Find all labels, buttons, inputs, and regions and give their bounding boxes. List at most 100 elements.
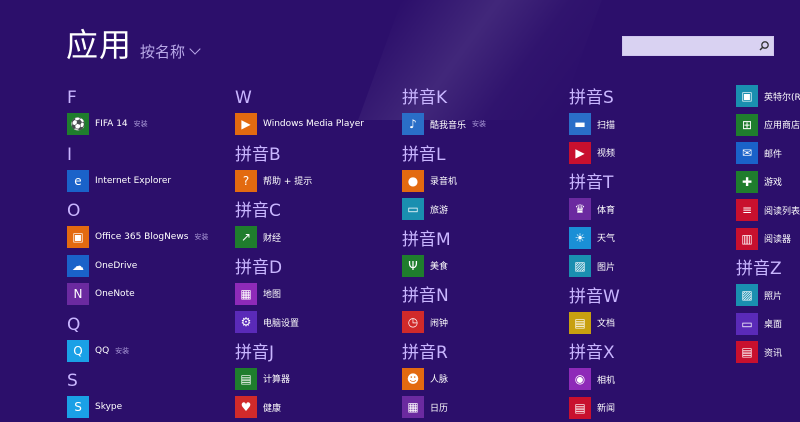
app-item[interactable]: ▦日历 <box>402 393 562 422</box>
group-header[interactable]: 拼音B <box>235 139 395 167</box>
app-column: 拼音S▬扫描▶视频拼音T♛体育 ☀ 天气 ▨图片拼音W▤文档拼音X◉相机▤新闻 <box>569 82 729 422</box>
app-item[interactable]: SSkype <box>67 393 227 422</box>
soccer-icon: ⚽ <box>67 113 89 135</box>
group-header[interactable]: S <box>67 365 227 393</box>
app-item[interactable]: ▦地图 <box>235 280 395 309</box>
app-item[interactable]: ☁OneDrive <box>67 252 227 281</box>
group-letter: F <box>67 88 77 108</box>
group-header[interactable]: Q <box>67 309 227 337</box>
video-icon: ▶ <box>569 142 591 164</box>
app-item[interactable]: ▶视频 <box>569 139 729 168</box>
app-item[interactable]: ✉邮件 <box>736 139 800 168</box>
mail-icon: ✉ <box>736 142 758 164</box>
group-header[interactable]: 拼音R <box>402 337 562 365</box>
group-header[interactable]: F <box>67 82 227 110</box>
app-name: 计算器 <box>263 372 290 385</box>
app-item[interactable]: ↗财经 <box>235 223 395 252</box>
app-item[interactable]: QQQ安装 <box>67 337 227 366</box>
app-item[interactable]: eInternet Explorer <box>67 167 227 196</box>
group-header[interactable]: 拼音T <box>569 167 729 195</box>
app-name: OneDrive <box>95 261 137 271</box>
group-header[interactable]: 拼音S <box>569 82 729 110</box>
app-item[interactable]: ▥阅读器 <box>736 225 800 254</box>
search-input[interactable] <box>623 37 757 55</box>
app-name: FIFA 14 <box>95 119 128 129</box>
app-item[interactable]: ◷闹钟 <box>402 308 562 337</box>
app-item[interactable]: ▤资讯 <box>736 338 800 367</box>
app-item[interactable]: ⊞应用商店 <box>736 111 800 140</box>
search-box[interactable] <box>622 36 774 56</box>
app-item[interactable]: ☀ 天气 <box>569 224 729 253</box>
sort-dropdown[interactable]: 按名称 <box>140 41 199 62</box>
app-item[interactable]: ▬扫描 <box>569 110 729 139</box>
app-item[interactable]: ⚙电脑设置 <box>235 308 395 337</box>
group-header[interactable]: O <box>67 195 227 223</box>
app-column: F⚽FIFA 14安装IeInternet ExplorerO▣Office 3… <box>67 82 227 422</box>
store-icon: ⊞ <box>736 114 758 136</box>
app-item[interactable]: ●录音机 <box>402 167 562 196</box>
group-header[interactable]: 拼音N <box>402 280 562 308</box>
group-header[interactable]: 拼音M <box>402 224 562 252</box>
app-item[interactable]: Ψ美食 <box>402 252 562 281</box>
group-header[interactable]: 拼音J <box>235 337 395 365</box>
group-letter: O <box>67 201 80 221</box>
app-name: 相机 <box>597 373 615 386</box>
search-button[interactable] <box>755 37 773 55</box>
app-name: 天气 <box>597 231 615 244</box>
app-item[interactable]: ▣Office 365 BlogNews安装 <box>67 223 227 252</box>
app-name: 美食 <box>430 259 448 272</box>
group-header[interactable]: 拼音L <box>402 139 562 167</box>
group-header[interactable]: 拼音Z <box>736 253 800 281</box>
app-item[interactable]: ♥健康 <box>235 393 395 422</box>
app-item[interactable]: NOneNote <box>67 280 227 309</box>
search-icon <box>755 37 773 55</box>
group-letter: 拼音R <box>402 338 448 363</box>
app-item[interactable]: ▨照片 <box>736 281 800 310</box>
app-name: 日历 <box>430 401 448 414</box>
app-name: 人脉 <box>430 372 448 385</box>
app-item[interactable]: ▣英特尔(R) <box>736 82 800 111</box>
app-item[interactable]: ♛体育 <box>569 195 729 224</box>
photos-icon: ▨ <box>569 255 591 277</box>
app-item[interactable]: ▤文档 <box>569 309 729 338</box>
group-letter: 拼音X <box>569 338 615 363</box>
microphone-icon: ● <box>402 170 424 192</box>
news-icon: ▤ <box>569 397 591 419</box>
app-name: Office 365 BlogNews <box>95 232 188 242</box>
app-name: Internet Explorer <box>95 176 171 186</box>
app-item[interactable]: ▭桌面 <box>736 310 800 339</box>
group-header[interactable]: 拼音X <box>569 337 729 365</box>
install-status: 安装 <box>472 119 486 129</box>
group-header[interactable]: 拼音C <box>235 195 395 223</box>
group-header[interactable]: 拼音W <box>569 281 729 309</box>
app-item[interactable]: ♪酷我音乐安装 <box>402 110 562 139</box>
sun-icon: ☀ <box>569 227 591 249</box>
app-item[interactable]: ?帮助 + 提示 <box>235 167 395 196</box>
onenote-icon: N <box>67 283 89 305</box>
desktop-icon: ▭ <box>736 313 758 335</box>
app-item[interactable]: ◉相机 <box>569 365 729 394</box>
group-header[interactable]: 拼音D <box>235 252 395 280</box>
app-name: 电脑设置 <box>263 316 299 329</box>
group-header[interactable]: W <box>235 82 395 110</box>
app-item[interactable]: ≡阅读列表 <box>736 196 800 225</box>
app-name: 资讯 <box>764 346 782 359</box>
group-letter: 拼音Z <box>736 254 782 279</box>
app-item[interactable]: ☻人脉 <box>402 365 562 394</box>
group-header[interactable]: 拼音K <box>402 82 562 110</box>
app-name: 健康 <box>263 401 281 414</box>
app-name: 帮助 + 提示 <box>263 174 312 187</box>
app-item[interactable]: ⚽FIFA 14安装 <box>67 110 227 139</box>
group-letter: W <box>235 88 252 108</box>
app-item[interactable]: ▤计算器 <box>235 365 395 394</box>
app-item[interactable]: ✚游戏 <box>736 168 800 197</box>
group-letter: 拼音W <box>569 282 620 307</box>
app-item[interactable]: ▤新闻 <box>569 394 729 422</box>
app-name: Skype <box>95 402 122 412</box>
page-title: 应用 <box>66 27 132 63</box>
app-item[interactable]: ▶Windows Media Player <box>235 110 395 139</box>
group-header[interactable]: I <box>67 139 227 167</box>
app-item[interactable]: ▨图片 <box>569 252 729 281</box>
app-item[interactable]: ▭旅游 <box>402 195 562 224</box>
app-name: 照片 <box>764 289 782 302</box>
